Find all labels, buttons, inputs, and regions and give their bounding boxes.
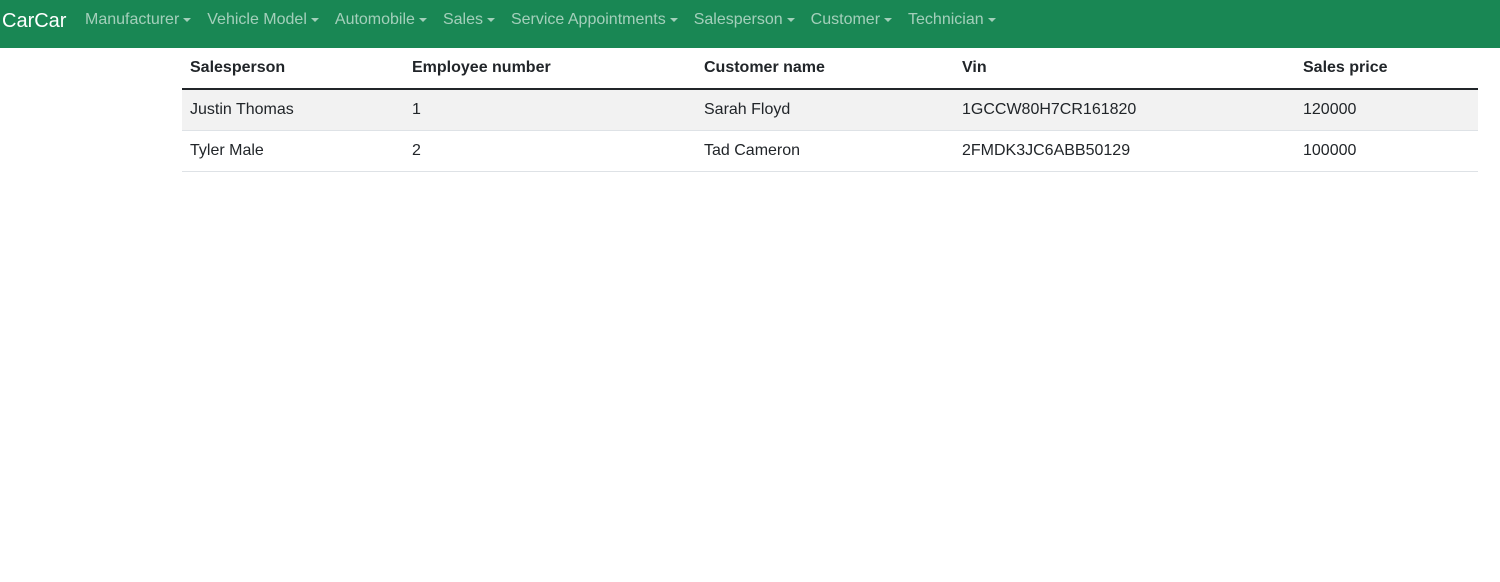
nav-dropdown-label: Salesperson	[693, 11, 783, 28]
column-header-customer-name: Customer name	[696, 48, 954, 90]
nav-dropdown-sales[interactable]: Sales	[435, 0, 503, 40]
cell-salesperson: Justin Thomas	[182, 89, 404, 131]
cell-vin: 1GCCW80H7CR161820	[954, 89, 1295, 131]
column-header-salesperson: Salesperson	[182, 48, 404, 90]
brand-link[interactable]: CarCar	[2, 9, 66, 33]
caret-down-icon	[183, 18, 192, 22]
nav-dropdown-label: Automobile	[334, 11, 415, 28]
caret-down-icon	[987, 18, 996, 22]
nav-dropdown-technician[interactable]: Technician	[900, 0, 1004, 40]
caret-down-icon	[310, 18, 319, 22]
table-header: Salesperson Employee number Customer nam…	[182, 48, 1478, 90]
nav-dropdown-label: Vehicle Model	[207, 11, 307, 28]
cell-salesperson: Tyler Male	[182, 130, 404, 172]
caret-down-icon	[486, 18, 495, 22]
nav-dropdown-automobile[interactable]: Automobile	[327, 0, 435, 40]
navbar: CarCar Manufacturer Vehicle Model Automo…	[0, 0, 1500, 48]
nav-dropdown-customer[interactable]: Customer	[803, 0, 900, 40]
nav-dropdown-label: Manufacturer	[85, 11, 180, 28]
column-header-vin: Vin	[954, 48, 1295, 90]
sales-table-container: Salesperson Employee number Customer nam…	[182, 48, 1478, 172]
caret-down-icon	[669, 18, 678, 22]
table-row: Justin Thomas 1 Sarah Floyd 1GCCW80H7CR1…	[182, 89, 1478, 131]
caret-down-icon	[418, 18, 427, 22]
cell-employee-number: 1	[404, 89, 696, 131]
nav-dropdown-label: Customer	[810, 11, 881, 28]
nav-menu: Manufacturer Vehicle Model Automobile Sa…	[77, 0, 1004, 40]
table-body: Justin Thomas 1 Sarah Floyd 1GCCW80H7CR1…	[182, 89, 1478, 172]
caret-down-icon	[884, 18, 893, 22]
cell-customer-name: Tad Cameron	[696, 130, 954, 172]
column-header-sales-price: Sales price	[1295, 48, 1478, 90]
table-row: Tyler Male 2 Tad Cameron 2FMDK3JC6ABB501…	[182, 130, 1478, 172]
nav-dropdown-service-appointments[interactable]: Service Appointments	[503, 0, 686, 40]
nav-dropdown-vehicle-model[interactable]: Vehicle Model	[199, 0, 327, 40]
column-header-employee-number: Employee number	[404, 48, 696, 90]
nav-dropdown-label: Technician	[908, 11, 984, 28]
sales-table: Salesperson Employee number Customer nam…	[182, 48, 1478, 172]
nav-dropdown-label: Sales	[442, 11, 483, 28]
cell-sales-price: 120000	[1295, 89, 1478, 131]
nav-dropdown-manufacturer[interactable]: Manufacturer	[77, 0, 199, 40]
header-row: Salesperson Employee number Customer nam…	[182, 48, 1478, 90]
nav-dropdown-label: Service Appointments	[510, 11, 666, 28]
cell-vin: 2FMDK3JC6ABB50129	[954, 130, 1295, 172]
cell-customer-name: Sarah Floyd	[696, 89, 954, 131]
caret-down-icon	[786, 18, 795, 22]
nav-dropdown-salesperson[interactable]: Salesperson	[686, 0, 803, 40]
cell-employee-number: 2	[404, 130, 696, 172]
cell-sales-price: 100000	[1295, 130, 1478, 172]
